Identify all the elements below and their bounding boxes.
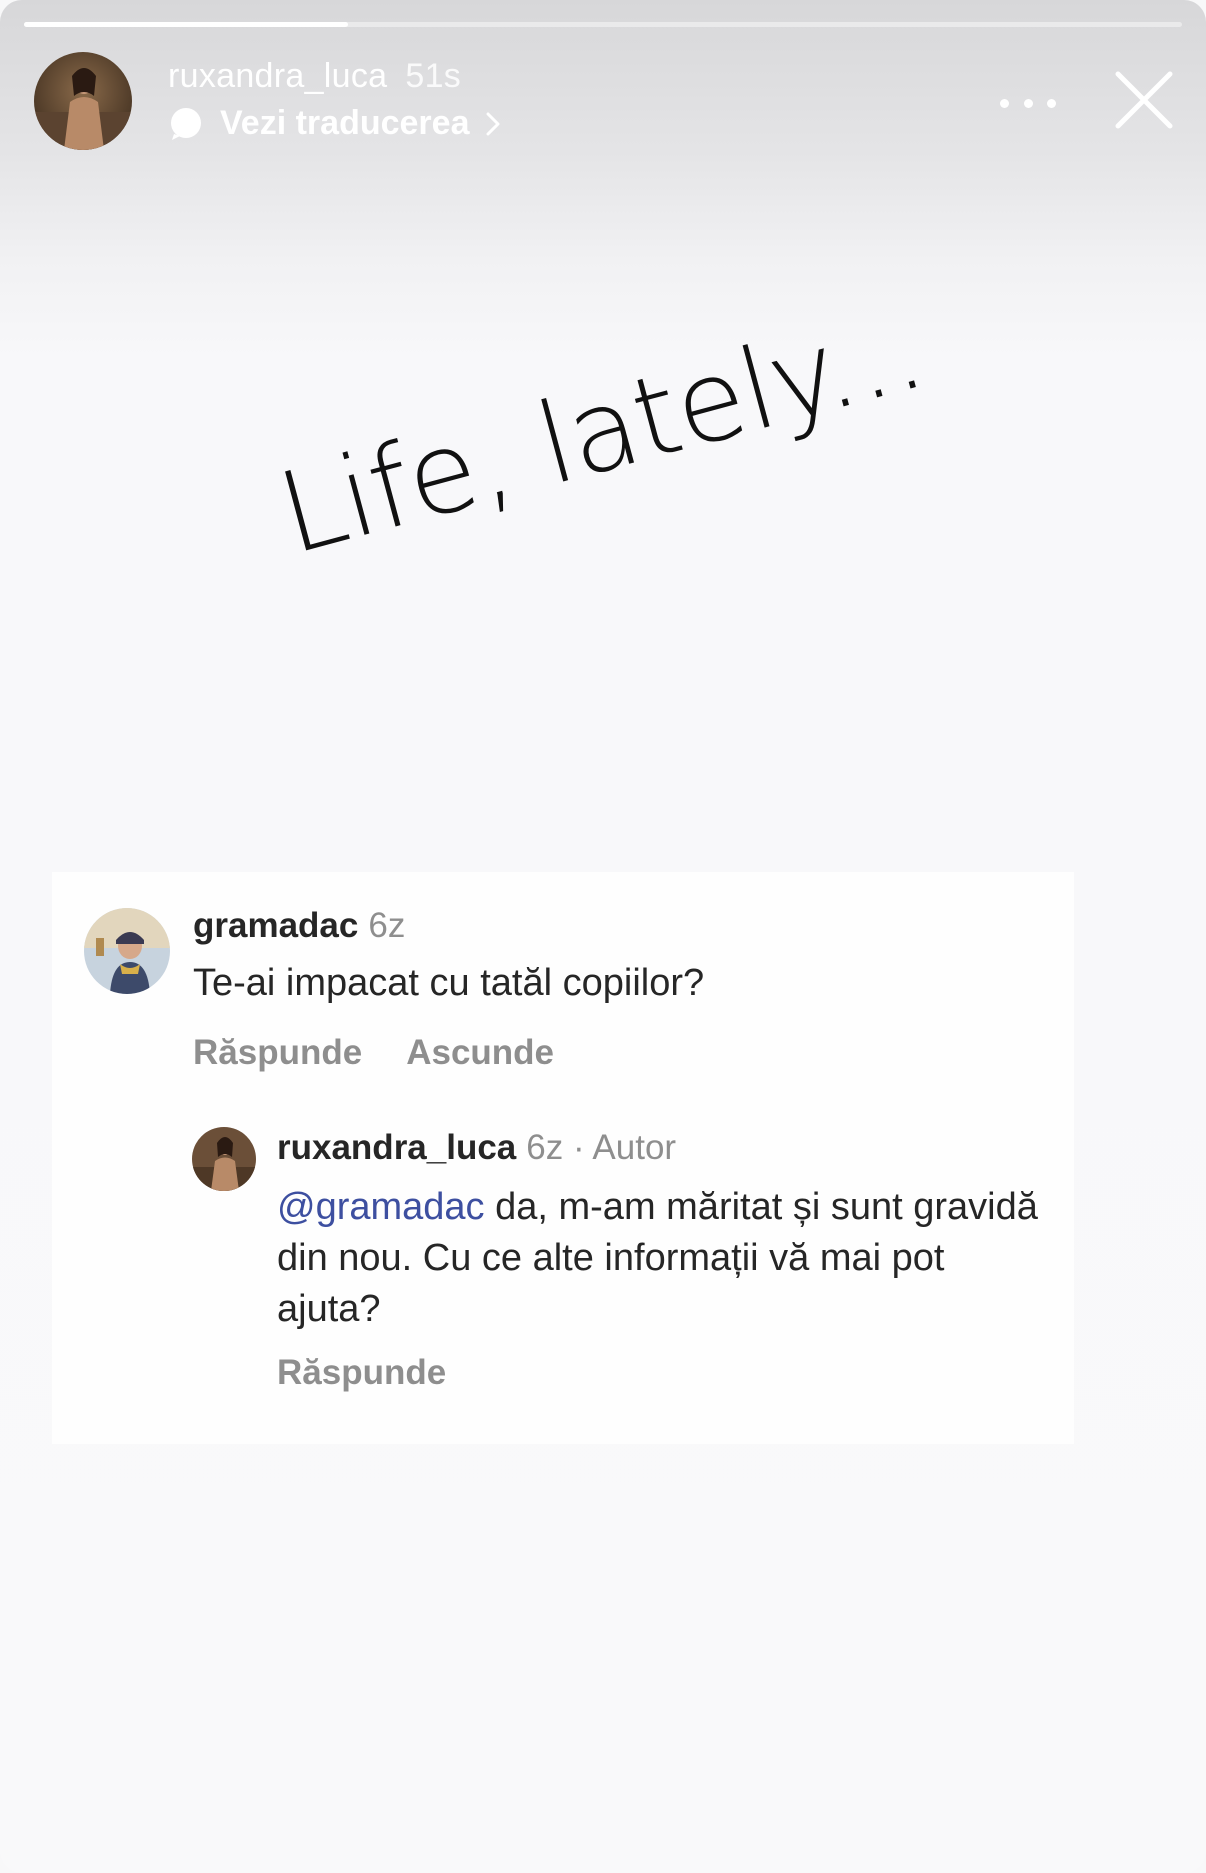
story-progress-bar xyxy=(24,22,1182,27)
comment-username[interactable]: gramadac xyxy=(193,906,358,945)
story-username[interactable]: ruxandra_luca xyxy=(168,57,387,95)
see-translation-link[interactable]: Vezi traducerea xyxy=(168,104,503,143)
reply-author-avatar[interactable] xyxy=(192,1127,256,1191)
comment-timestamp: 6z xyxy=(368,906,406,945)
reply-meta: 6z · Autor xyxy=(526,1128,677,1167)
story-timestamp: 51s xyxy=(405,57,462,95)
more-dot xyxy=(1023,98,1033,108)
chevron-right-icon xyxy=(486,112,500,135)
reply-button[interactable]: Răspunde xyxy=(193,1033,362,1073)
mention-link[interactable]: @gramadac xyxy=(277,1186,485,1228)
reply-to-reply-button[interactable]: Răspunde xyxy=(277,1353,446,1393)
reply-header: ruxandra_luca 6z · Autor xyxy=(277,1128,676,1168)
close-icon[interactable] xyxy=(1112,68,1176,132)
avatar[interactable] xyxy=(34,52,132,150)
more-options-button[interactable] xyxy=(1000,86,1056,120)
hide-button[interactable]: Ascunde xyxy=(406,1033,554,1073)
comment-actions: Răspunde Ascunde xyxy=(193,1033,554,1073)
reply-username[interactable]: ruxandra_luca xyxy=(277,1128,516,1167)
story-text-title: Life, lately... xyxy=(266,283,937,580)
story-author[interactable]: ruxandra_luca 51s xyxy=(168,57,461,96)
comment-header: gramadac 6z xyxy=(193,906,405,946)
more-dots-icon xyxy=(1000,98,1009,108)
commenter-avatar[interactable] xyxy=(84,908,170,994)
see-translation-label: Vezi traducerea xyxy=(220,104,470,142)
reply-text: @gramadac da, m-am măritat și sunt gravi… xyxy=(277,1182,1057,1335)
translate-bubble-icon xyxy=(171,107,201,140)
more-dot xyxy=(1047,98,1056,108)
story-viewer[interactable]: ruxandra_luca 51s Vezi traducerea Life, l… xyxy=(0,0,1206,1873)
story-progress-fill xyxy=(24,22,349,27)
comment-text: Te-ai impacat cu tatăl copiilor? xyxy=(193,962,705,1004)
